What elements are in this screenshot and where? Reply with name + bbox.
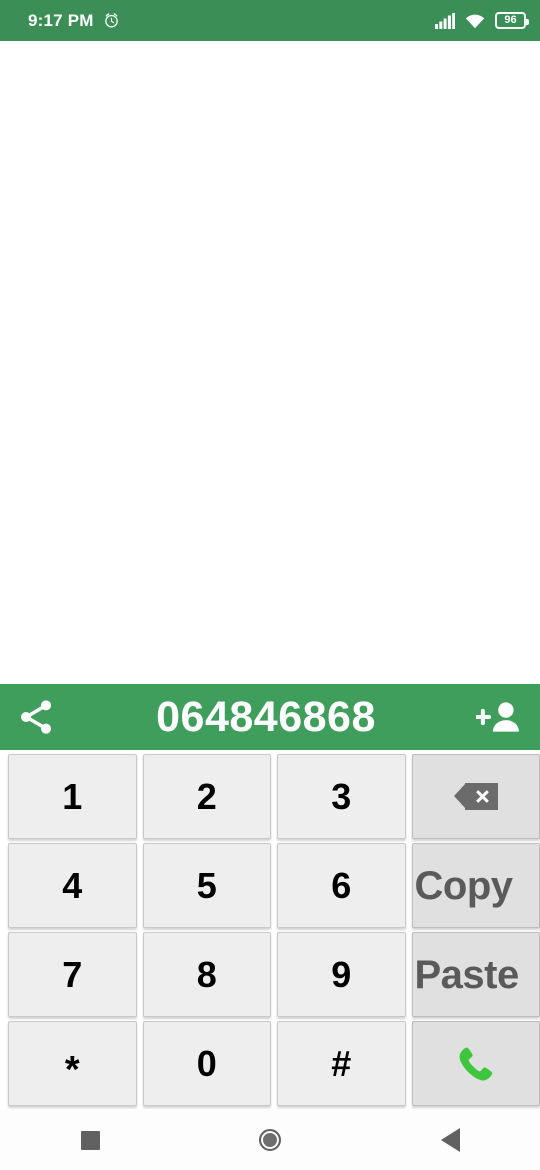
key-backspace[interactable] [411,754,540,839]
key-0-label: 0 [196,1042,217,1084]
signal-bars-icon [435,12,455,29]
key-hash-label: # [331,1042,352,1084]
key-call[interactable] [411,1021,540,1106]
status-bar: 9:17 PM 96 [0,0,540,41]
alarm-clock-icon [103,12,120,29]
key-7-label: 7 [62,953,83,995]
key-2-label: 2 [196,775,217,817]
key-copy-label: Copy [414,863,514,908]
key-3-label: 3 [331,775,352,817]
key-2[interactable]: 2 [142,754,271,839]
dialed-number-bar: 064846868 [0,684,540,750]
key-4[interactable]: 4 [8,843,137,928]
key-paste-label: Paste [414,952,520,997]
key-paste[interactable]: Paste [411,932,540,1017]
wifi-icon [465,13,485,29]
square-recents-icon [80,1130,100,1150]
key-5-label: 5 [196,864,217,906]
status-time: 9:17 PM [28,11,94,30]
key-1-label: 1 [62,775,83,817]
key-6-label: 6 [331,864,352,906]
status-bar-left: 9:17 PM [28,12,120,29]
key-3[interactable]: 3 [277,754,406,839]
key-1[interactable]: 1 [8,754,137,839]
key-0[interactable]: 0 [142,1021,271,1106]
nav-recents-button[interactable] [0,1130,180,1150]
phone-call-icon [455,1043,497,1085]
circle-home-icon [259,1129,281,1151]
key-4-label: 4 [62,864,83,906]
nav-back-button[interactable] [360,1128,540,1152]
key-9[interactable]: 9 [277,932,406,1017]
key-star-label: * [64,1048,80,1091]
key-5[interactable]: 5 [142,843,271,928]
battery-level: 96 [504,14,517,26]
status-bar-right: 96 [435,12,529,29]
system-navigation-bar [0,1110,540,1170]
nav-home-button[interactable] [180,1129,360,1151]
share-icon[interactable] [16,697,56,737]
key-7[interactable]: 7 [8,932,137,1017]
key-8-label: 8 [196,953,217,995]
call-log-empty-area [0,41,540,684]
key-6[interactable]: 6 [277,843,406,928]
key-8[interactable]: 8 [142,932,271,1017]
key-copy[interactable]: Copy [411,843,540,928]
phone-screen: 9:17 PM 96 064846868 1 2 3 4 5 6 Copy 7 … [0,0,540,1170]
dialed-number-text: 064846868 [156,695,376,739]
triangle-back-icon [440,1128,460,1152]
backspace-icon [453,783,498,810]
key-hash[interactable]: # [277,1021,406,1106]
add-contact-icon[interactable] [476,697,522,737]
dialpad-keypad: 1 2 3 4 5 6 Copy 7 8 9 Paste * 0 # [0,752,540,1110]
key-9-label: 9 [331,953,352,995]
battery-icon: 96 [495,12,529,29]
key-star[interactable]: * [8,1021,137,1106]
